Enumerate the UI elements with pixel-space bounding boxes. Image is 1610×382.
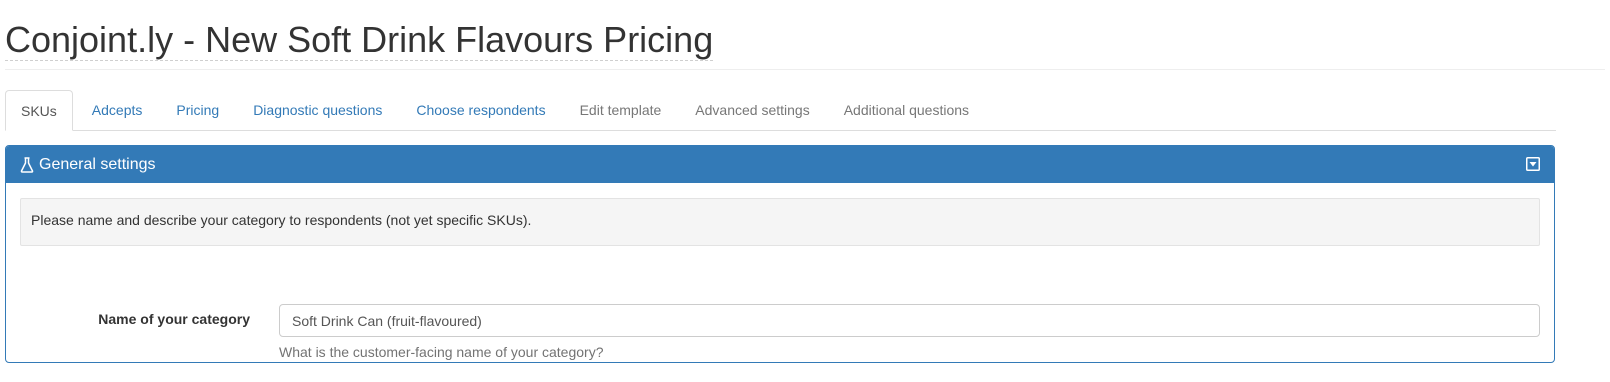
category-name-help: What is the customer-facing name of your… <box>279 344 604 360</box>
page: Conjoint.ly - New Soft Drink Flavours Pr… <box>0 0 1610 382</box>
tab-pricing[interactable]: Pricing <box>159 90 236 130</box>
category-name-input[interactable] <box>279 304 1540 337</box>
panel-heading: General settings <box>6 146 1554 183</box>
tab-choose-respondents[interactable]: Choose respondents <box>399 90 562 130</box>
page-title: Conjoint.ly - New Soft Drink Flavours Pr… <box>5 18 714 62</box>
tab-diagnostic-questions[interactable]: Diagnostic questions <box>236 90 399 130</box>
tab-advanced-settings[interactable]: Advanced settings <box>678 90 826 130</box>
flask-icon <box>20 156 34 173</box>
category-name-label: Name of your category <box>98 311 250 327</box>
title-divider <box>5 69 1605 70</box>
tab-additional-questions[interactable]: Additional questions <box>827 90 986 130</box>
panel-title: General settings <box>39 155 156 173</box>
general-settings-panel: General settings Please name and describ… <box>5 145 1555 363</box>
tab-skus[interactable]: SKUs <box>5 90 73 131</box>
tab-bar: SKUs Adcepts Pricing Diagnostic question… <box>5 90 1556 131</box>
tab-edit-template[interactable]: Edit template <box>563 90 679 130</box>
collapse-toggle-icon[interactable] <box>1526 157 1540 171</box>
tab-adcepts[interactable]: Adcepts <box>75 90 160 130</box>
page-title-text[interactable]: Conjoint.ly - New Soft Drink Flavours Pr… <box>5 19 714 61</box>
info-well: Please name and describe your category t… <box>20 198 1540 246</box>
